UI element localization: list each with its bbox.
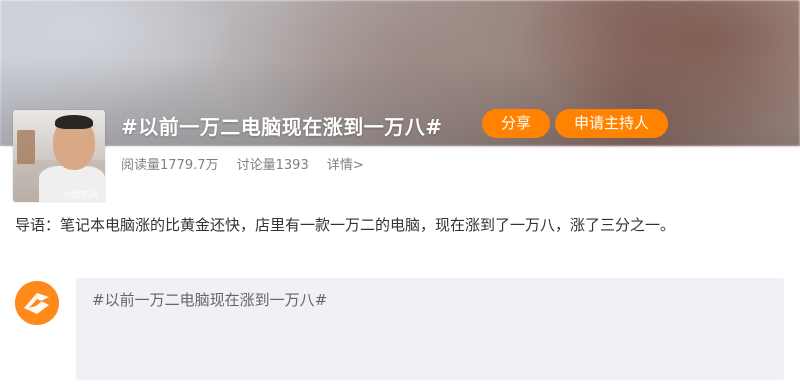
composer-prefill[interactable]: #以前一万二电脑现在涨到一万八# [92, 289, 327, 310]
user-avatar-icon[interactable] [15, 281, 59, 325]
discussion-count: 讨论量1393 [236, 158, 309, 173]
apply-host-button[interactable]: 申请主持人 [555, 109, 668, 138]
topic-title: #以前一万二电脑现在涨到一万八# [121, 115, 443, 139]
avatar-watermark: 中国新闻 [63, 191, 100, 201]
post-composer[interactable]: #以前一万二电脑现在涨到一万八# [76, 278, 784, 380]
topic-avatar[interactable]: 中国新闻 [13, 110, 105, 202]
topic-stats: 阅读量1779.7万 讨论量1393 详情> [121, 154, 378, 173]
share-button[interactable]: 分享 [482, 109, 550, 138]
read-count: 阅读量1779.7万 [121, 158, 219, 173]
topic-intro: 导语：笔记本电脑涨的比黄金还快，店里有一款一万二的电脑，现在涨到了一万八，涨了三… [15, 216, 676, 234]
details-link[interactable]: 详情> [327, 158, 364, 173]
